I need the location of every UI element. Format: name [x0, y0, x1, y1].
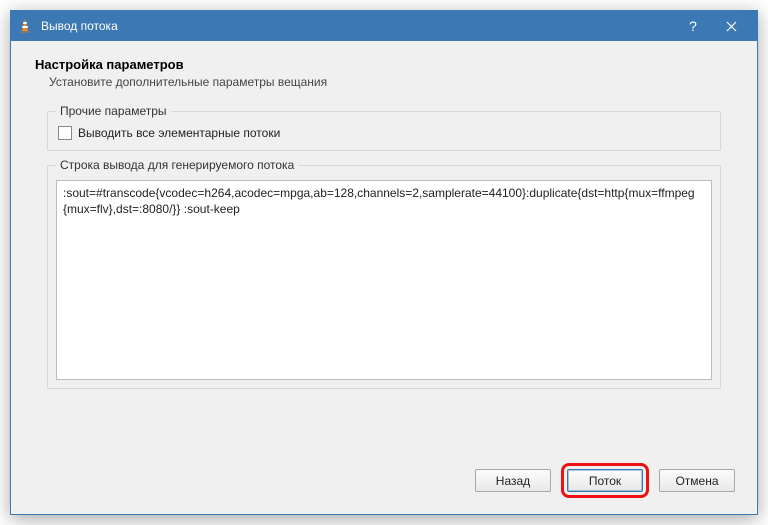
- cancel-button[interactable]: Отмена: [659, 469, 735, 492]
- close-button[interactable]: [711, 11, 751, 41]
- sout-string-textarea[interactable]: :sout=#transcode{vcodec=h264,acodec=mpga…: [56, 180, 712, 380]
- page-heading: Настройка параметров: [35, 57, 739, 72]
- annotation-highlight: Поток: [561, 463, 649, 498]
- dialog-content: Настройка параметров Установите дополнит…: [11, 41, 757, 514]
- stream-button[interactable]: Поток: [567, 469, 643, 492]
- misc-options-legend: Прочие параметры: [56, 104, 171, 118]
- help-button[interactable]: ?: [675, 11, 711, 41]
- stream-all-elementary-checkbox[interactable]: Выводить все элементарные потоки: [58, 126, 710, 140]
- checkbox-label: Выводить все элементарные потоки: [78, 126, 280, 140]
- output-string-legend: Строка вывода для генерируемого потока: [56, 158, 298, 172]
- wizard-button-row: Назад Поток Отмена: [475, 463, 735, 498]
- dialog-window: Вывод потока ? Настройка параметров Уста…: [10, 10, 758, 515]
- output-string-group: Строка вывода для генерируемого потока :…: [47, 165, 721, 389]
- titlebar: Вывод потока ?: [11, 11, 757, 41]
- window-title: Вывод потока: [41, 19, 675, 33]
- misc-options-group: Прочие параметры Выводить все элементарн…: [47, 111, 721, 151]
- page-subheading: Установите дополнительные параметры веща…: [49, 75, 739, 89]
- checkbox-box-icon: [58, 126, 72, 140]
- vlc-cone-icon: [17, 18, 33, 34]
- back-button[interactable]: Назад: [475, 469, 551, 492]
